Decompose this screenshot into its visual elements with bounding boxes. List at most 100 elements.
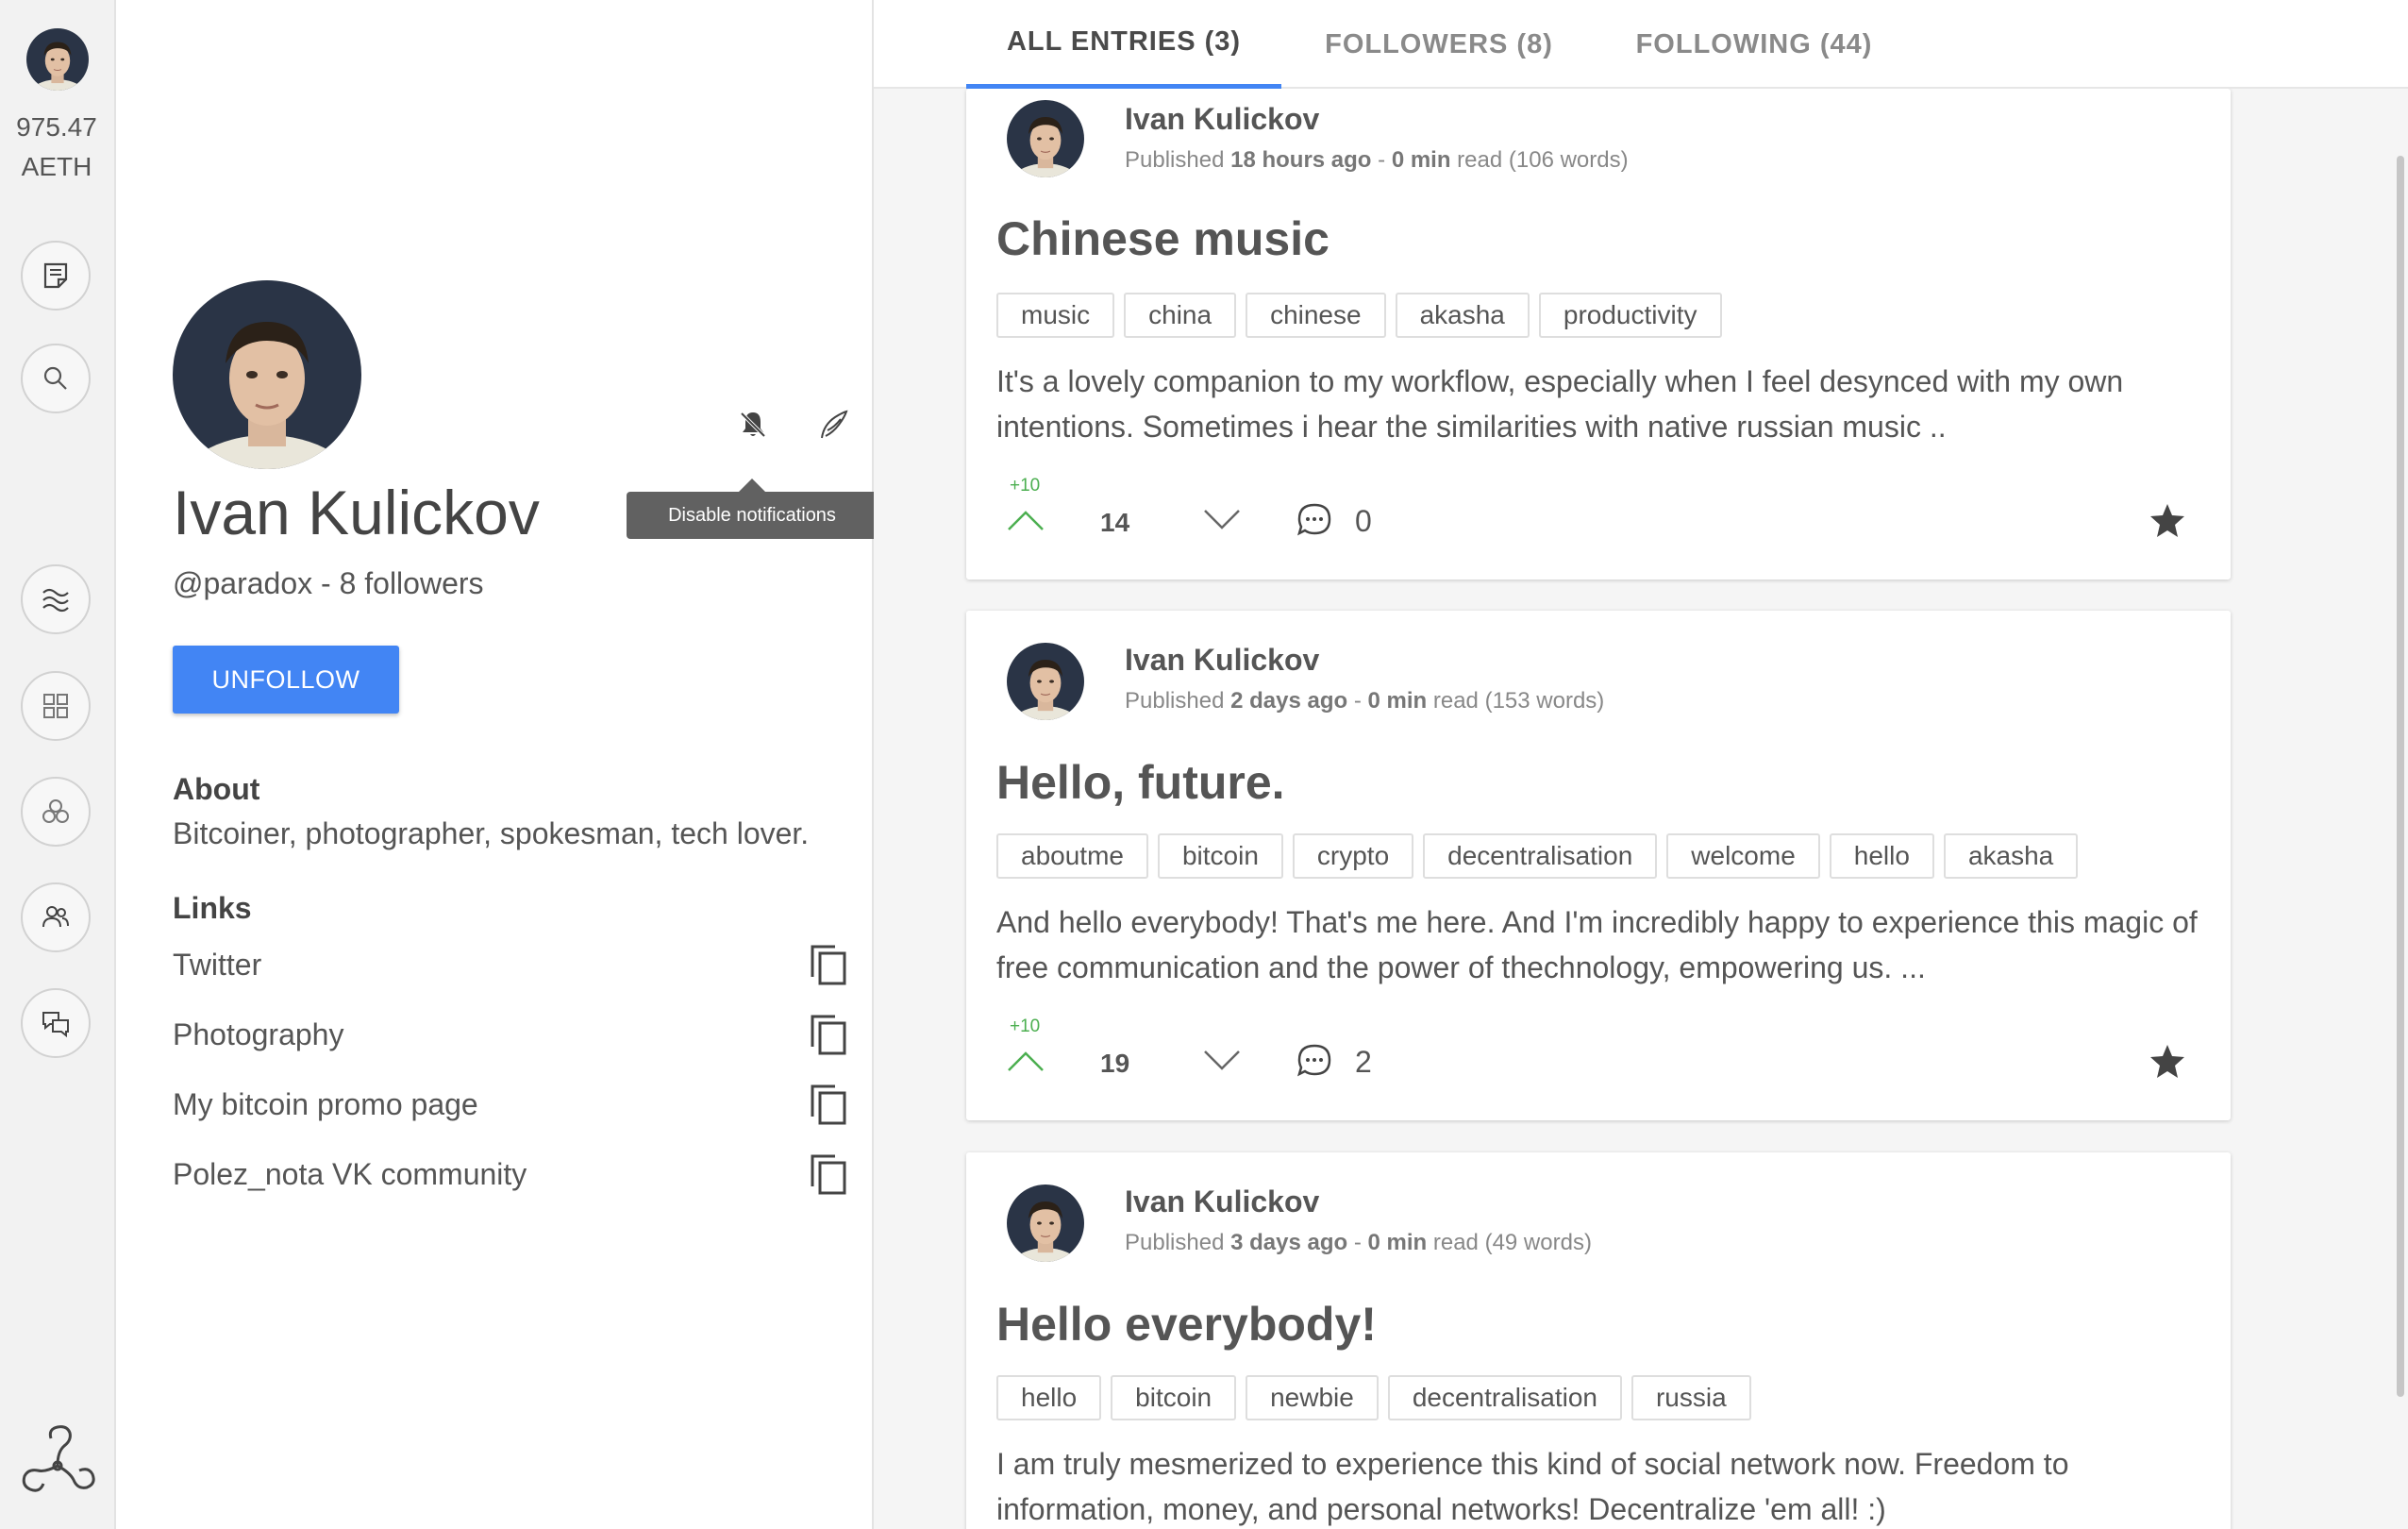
vote-score: 19 bbox=[1100, 1049, 1130, 1078]
entry-actions: +10 19 2 bbox=[1002, 1017, 2200, 1092]
search-button[interactable] bbox=[21, 344, 91, 413]
copy-link-button[interactable] bbox=[805, 940, 852, 989]
entry-author[interactable]: Ivan Kulickov bbox=[1125, 102, 1319, 137]
entry-title[interactable]: Chinese music bbox=[996, 211, 1329, 266]
tag-chip[interactable]: aboutme bbox=[996, 833, 1148, 879]
tag-chip[interactable]: productivity bbox=[1538, 293, 1722, 338]
profile-link: Twitter bbox=[173, 940, 846, 993]
downvote-button[interactable] bbox=[1198, 496, 1246, 544]
app-sidebar: 975.47 AETH bbox=[0, 0, 116, 1529]
bookmark-button[interactable] bbox=[2144, 1037, 2191, 1084]
entry-title[interactable]: Hello everybody! bbox=[996, 1297, 1377, 1352]
profile-name: Ivan Kulickov bbox=[173, 478, 540, 547]
tag-chip[interactable]: china bbox=[1124, 293, 1237, 338]
bookmark-button[interactable] bbox=[2144, 496, 2191, 544]
entry-meta: Published 2 days ago - 0 min read (153 w… bbox=[1125, 688, 1604, 714]
copy-link-button[interactable] bbox=[805, 1010, 852, 1059]
entries-feed: ALL ENTRIES (3) FOLLOWERS (8) FOLLOWING … bbox=[874, 0, 2408, 1529]
tag-chip[interactable]: bitcoin bbox=[1111, 1375, 1237, 1420]
balance-unit: AETH bbox=[21, 152, 92, 181]
tab-all-entries[interactable]: ALL ENTRIES (3) bbox=[966, 0, 1281, 89]
tag-chip[interactable]: bitcoin bbox=[1157, 833, 1283, 879]
copy-link-button[interactable] bbox=[805, 1150, 852, 1199]
tag-chip[interactable]: chinese bbox=[1246, 293, 1386, 338]
people-button[interactable] bbox=[21, 882, 91, 952]
tab-followers[interactable]: FOLLOWERS (8) bbox=[1281, 0, 1597, 89]
tab-following[interactable]: FOLLOWING (44) bbox=[1597, 0, 1912, 89]
chat-button[interactable] bbox=[21, 988, 91, 1058]
comments-button[interactable] bbox=[1291, 496, 1338, 544]
copy-icon bbox=[811, 945, 846, 985]
notifications-tooltip: Disable notifications bbox=[627, 479, 878, 539]
stream-button[interactable] bbox=[21, 564, 91, 634]
author-avatar[interactable] bbox=[1007, 1185, 1084, 1262]
profile-link: Polez_nota VK community bbox=[173, 1150, 846, 1202]
tag-chip[interactable]: russia bbox=[1630, 1375, 1751, 1420]
tag-chip[interactable]: decentralisation bbox=[1423, 833, 1658, 879]
people-icon bbox=[42, 906, 69, 928]
word-count: (49 words) bbox=[1484, 1230, 1592, 1255]
published-time: 2 days ago bbox=[1230, 688, 1348, 714]
communities-button[interactable] bbox=[21, 777, 91, 847]
communities-icon bbox=[42, 799, 69, 823]
meta-separator: - bbox=[1378, 147, 1386, 173]
tag-chip[interactable]: akasha bbox=[1943, 833, 2079, 879]
read-label: read bbox=[1457, 147, 1503, 173]
profile-link: Photography bbox=[173, 1010, 846, 1063]
entry-card[interactable]: Ivan Kulickov Published 18 hours ago - 0… bbox=[966, 89, 2231, 580]
entry-title[interactable]: Hello, future. bbox=[996, 755, 1285, 810]
copy-icon bbox=[811, 1084, 846, 1125]
downvote-icon bbox=[1204, 510, 1240, 529]
about-heading: About bbox=[173, 772, 260, 806]
vote-score: 14 bbox=[1100, 508, 1130, 537]
new-entry-button[interactable] bbox=[21, 241, 91, 311]
comment-icon bbox=[1297, 503, 1331, 536]
upvote-icon bbox=[1008, 511, 1044, 530]
feed-scrollbar[interactable] bbox=[2397, 156, 2404, 1397]
entry-card[interactable]: Ivan Kulickov Published 3 days ago - 0 m… bbox=[966, 1152, 2231, 1529]
tag-chip[interactable]: hello bbox=[1829, 833, 1934, 879]
tag-chip[interactable]: hello bbox=[996, 1375, 1102, 1420]
tag-chip[interactable]: newbie bbox=[1246, 1375, 1379, 1420]
upvote-icon bbox=[1008, 1051, 1044, 1071]
link-label[interactable]: Twitter bbox=[173, 948, 261, 983]
notifications-off-icon bbox=[740, 412, 766, 438]
upvote-button[interactable] bbox=[1002, 1037, 1049, 1084]
tip-button[interactable] bbox=[811, 402, 856, 447]
link-label[interactable]: Polez_nota VK community bbox=[173, 1157, 527, 1192]
downvote-button[interactable] bbox=[1198, 1037, 1246, 1084]
read-label: read bbox=[1432, 688, 1479, 714]
dashboard-button[interactable] bbox=[21, 671, 91, 741]
link-label[interactable]: Photography bbox=[173, 1017, 343, 1052]
link-label[interactable]: My bitcoin promo page bbox=[173, 1087, 478, 1122]
tag-chip[interactable]: welcome bbox=[1666, 833, 1820, 879]
read-label: read bbox=[1432, 1230, 1479, 1255]
tag-chip[interactable]: akasha bbox=[1395, 293, 1530, 338]
meta-separator: - bbox=[1353, 1230, 1362, 1255]
entry-meta: Published 3 days ago - 0 min read (49 wo… bbox=[1125, 1230, 1592, 1256]
upvote-button[interactable] bbox=[1002, 496, 1049, 544]
about-text: Bitcoiner, photographer, spokesman, tech… bbox=[173, 816, 810, 850]
entry-excerpt[interactable]: And hello everybody! That's me here. And… bbox=[996, 899, 2214, 990]
entry-excerpt[interactable]: I am truly mesmerized to experience this… bbox=[996, 1441, 2214, 1529]
chat-icon bbox=[42, 1012, 69, 1038]
tag-chip[interactable]: decentralisation bbox=[1387, 1375, 1622, 1420]
entry-tags: hello bitcoin newbie decentralisation ru… bbox=[996, 1375, 1751, 1420]
profile-handle-followers: @paradox - 8 followers bbox=[173, 566, 484, 600]
tag-chip[interactable]: music bbox=[996, 293, 1115, 338]
read-time: 0 min bbox=[1367, 1230, 1428, 1255]
entry-card[interactable]: Ivan Kulickov Published 2 days ago - 0 m… bbox=[966, 611, 2231, 1120]
copy-link-button[interactable] bbox=[805, 1080, 852, 1129]
user-avatar[interactable] bbox=[26, 28, 89, 91]
entry-author[interactable]: Ivan Kulickov bbox=[1125, 643, 1319, 678]
read-time: 0 min bbox=[1367, 688, 1428, 714]
notifications-toggle-button[interactable] bbox=[730, 402, 776, 447]
entry-author[interactable]: Ivan Kulickov bbox=[1125, 1185, 1319, 1219]
tag-chip[interactable]: crypto bbox=[1292, 833, 1414, 879]
comments-button[interactable] bbox=[1291, 1037, 1338, 1084]
author-avatar[interactable] bbox=[1007, 643, 1084, 720]
profile-avatar bbox=[173, 280, 361, 469]
author-avatar[interactable] bbox=[1007, 100, 1084, 177]
entry-excerpt[interactable]: It's a lovely companion to my workflow, … bbox=[996, 359, 2214, 449]
unfollow-button[interactable]: UNFOLLOW bbox=[173, 646, 399, 714]
